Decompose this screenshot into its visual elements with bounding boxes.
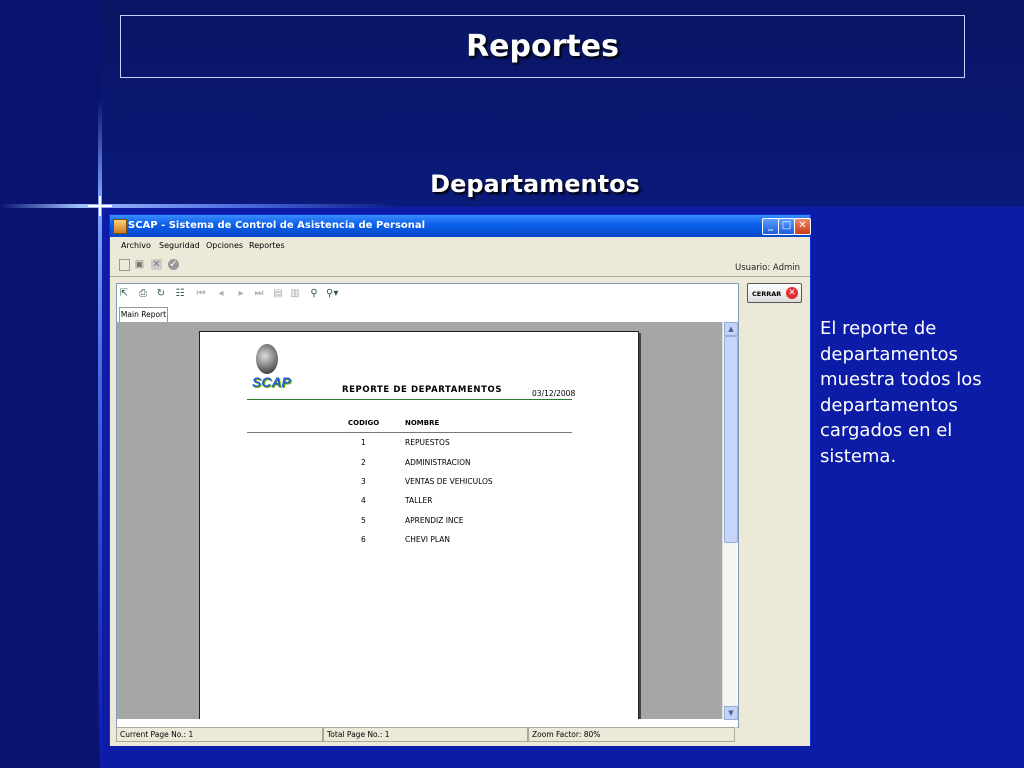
new-document-icon[interactable] [119, 259, 130, 271]
report-date: 03/12/2008 [532, 389, 576, 398]
last-page-icon[interactable]: ⏭ [253, 288, 265, 300]
refresh-icon[interactable]: ↻ [155, 288, 167, 300]
row-nombre: VENTAS DE VEHICULOS [405, 477, 493, 486]
row-nombre: APRENDIZ INCE [405, 516, 464, 525]
window-client-area: ⇱ ⎙ ↻ ☷ ⏮ ◂ ▸ ⏭ ▤ ▥ ⚲ ⚲▾ Main Report SCA… [110, 276, 810, 746]
row-codigo: 6 [361, 535, 366, 544]
report-viewer: ⇱ ⎙ ↻ ☷ ⏮ ◂ ▸ ⏭ ▤ ▥ ⚲ ⚲▾ Main Report SCA… [116, 283, 739, 728]
report-title: REPORTE DE DEPARTAMENTOS [342, 385, 503, 395]
app-window: SCAP - Sistema de Control de Asistencia … [109, 214, 811, 746]
scroll-up-icon[interactable]: ▲ [724, 322, 738, 336]
user-label: Usuario: Admin [735, 263, 800, 273]
report-header-divider [247, 432, 572, 433]
report-canvas: SCAP REPORTE DE DEPARTAMENTOS 03/12/2008… [117, 322, 722, 719]
next-page-icon[interactable]: ▸ [235, 288, 247, 300]
first-page-icon[interactable]: ⏮ [195, 288, 207, 300]
menu-seguridad[interactable]: Seguridad [159, 237, 200, 255]
table-row: 2 ADMINISTRACION [200, 458, 638, 470]
fingerprint-logo-icon [256, 344, 278, 374]
scroll-thumb[interactable] [724, 336, 738, 543]
cerrar-button[interactable]: CERRAR ✕ [747, 283, 802, 303]
close-icon: ✕ [786, 287, 798, 299]
slide-title: Reportes [120, 15, 965, 78]
scap-logo: SCAP [252, 374, 291, 390]
menu-reportes[interactable]: Reportes [249, 237, 285, 255]
status-zoom: Zoom Factor: 80% [528, 727, 735, 742]
menu-archivo[interactable]: Archivo [121, 237, 151, 255]
viewer-toolbar: ⇱ ⎙ ↻ ☷ ⏮ ◂ ▸ ⏭ ▤ ▥ ⚲ ⚲▾ [117, 284, 738, 306]
row-codigo: 1 [361, 438, 366, 447]
app-icon [113, 219, 127, 234]
table-row: 4 TALLER [200, 496, 638, 508]
export-icon[interactable]: ⇱ [118, 288, 130, 300]
window-titlebar[interactable]: SCAP - Sistema de Control de Asistencia … [110, 215, 811, 237]
sparkle-icon [88, 196, 112, 216]
table-row: 3 VENTAS DE VEHICULOS [200, 477, 638, 489]
column-header-codigo: CODIGO [348, 419, 380, 427]
minimize-button[interactable]: _ [762, 218, 779, 235]
previous-page-icon[interactable]: ◂ [215, 288, 227, 300]
accept-icon[interactable]: ✓ [168, 259, 179, 270]
status-total-pages: Total Page No.: 1 [323, 727, 528, 742]
goto-page-icon[interactable]: ▤ [272, 288, 284, 300]
row-codigo: 5 [361, 516, 366, 525]
report-title-divider [247, 399, 572, 400]
main-toolbar: ▣ ✕ ✓ [110, 255, 810, 275]
row-nombre: CHEVI PLAN [405, 535, 450, 544]
row-nombre: REPUESTOS [405, 438, 450, 447]
decorative-glow-horizontal [0, 204, 400, 208]
slide-subtitle: Departamentos [430, 170, 640, 198]
row-codigo: 4 [361, 496, 366, 505]
window-title: SCAP - Sistema de Control de Asistencia … [128, 220, 426, 231]
cancel-icon[interactable]: ✕ [151, 259, 162, 270]
row-codigo: 2 [361, 458, 366, 467]
print-icon[interactable]: ⎙ [137, 288, 149, 300]
group-tree-icon[interactable]: ☷ [174, 288, 186, 300]
menu-bar: Archivo Seguridad Opciones Reportes [110, 237, 810, 255]
scroll-down-icon[interactable]: ▼ [724, 706, 738, 720]
slide-description: El reporte de departamentos muestra todo… [820, 318, 982, 467]
table-row: 5 APRENDIZ INCE [200, 516, 638, 528]
viewer-status-bar: Current Page No.: 1 Total Page No.: 1 Zo… [116, 727, 737, 742]
maximize-button[interactable]: □ [778, 218, 795, 235]
close-view-icon[interactable]: ▥ [289, 288, 301, 300]
tab-main-report[interactable]: Main Report [119, 307, 168, 322]
search-icon[interactable]: ⚲ [308, 288, 320, 300]
menu-opciones[interactable]: Opciones [206, 237, 243, 255]
slide-background-left [0, 0, 100, 768]
column-header-nombre: NOMBRE [405, 419, 440, 427]
table-row: 6 CHEVI PLAN [200, 535, 638, 547]
status-current-page: Current Page No.: 1 [116, 727, 323, 742]
vertical-scrollbar[interactable]: ▲ ▼ [722, 322, 738, 720]
report-page: SCAP REPORTE DE DEPARTAMENTOS 03/12/2008… [199, 331, 639, 719]
table-row: 1 REPUESTOS [200, 438, 638, 450]
save-icon[interactable]: ▣ [134, 259, 145, 270]
row-nombre: ADMINISTRACION [405, 458, 471, 467]
row-codigo: 3 [361, 477, 366, 486]
cerrar-button-label: CERRAR [752, 290, 782, 298]
zoom-icon[interactable]: ⚲▾ [326, 288, 338, 300]
row-nombre: TALLER [405, 496, 433, 505]
window-close-button[interactable]: ✕ [794, 218, 811, 235]
